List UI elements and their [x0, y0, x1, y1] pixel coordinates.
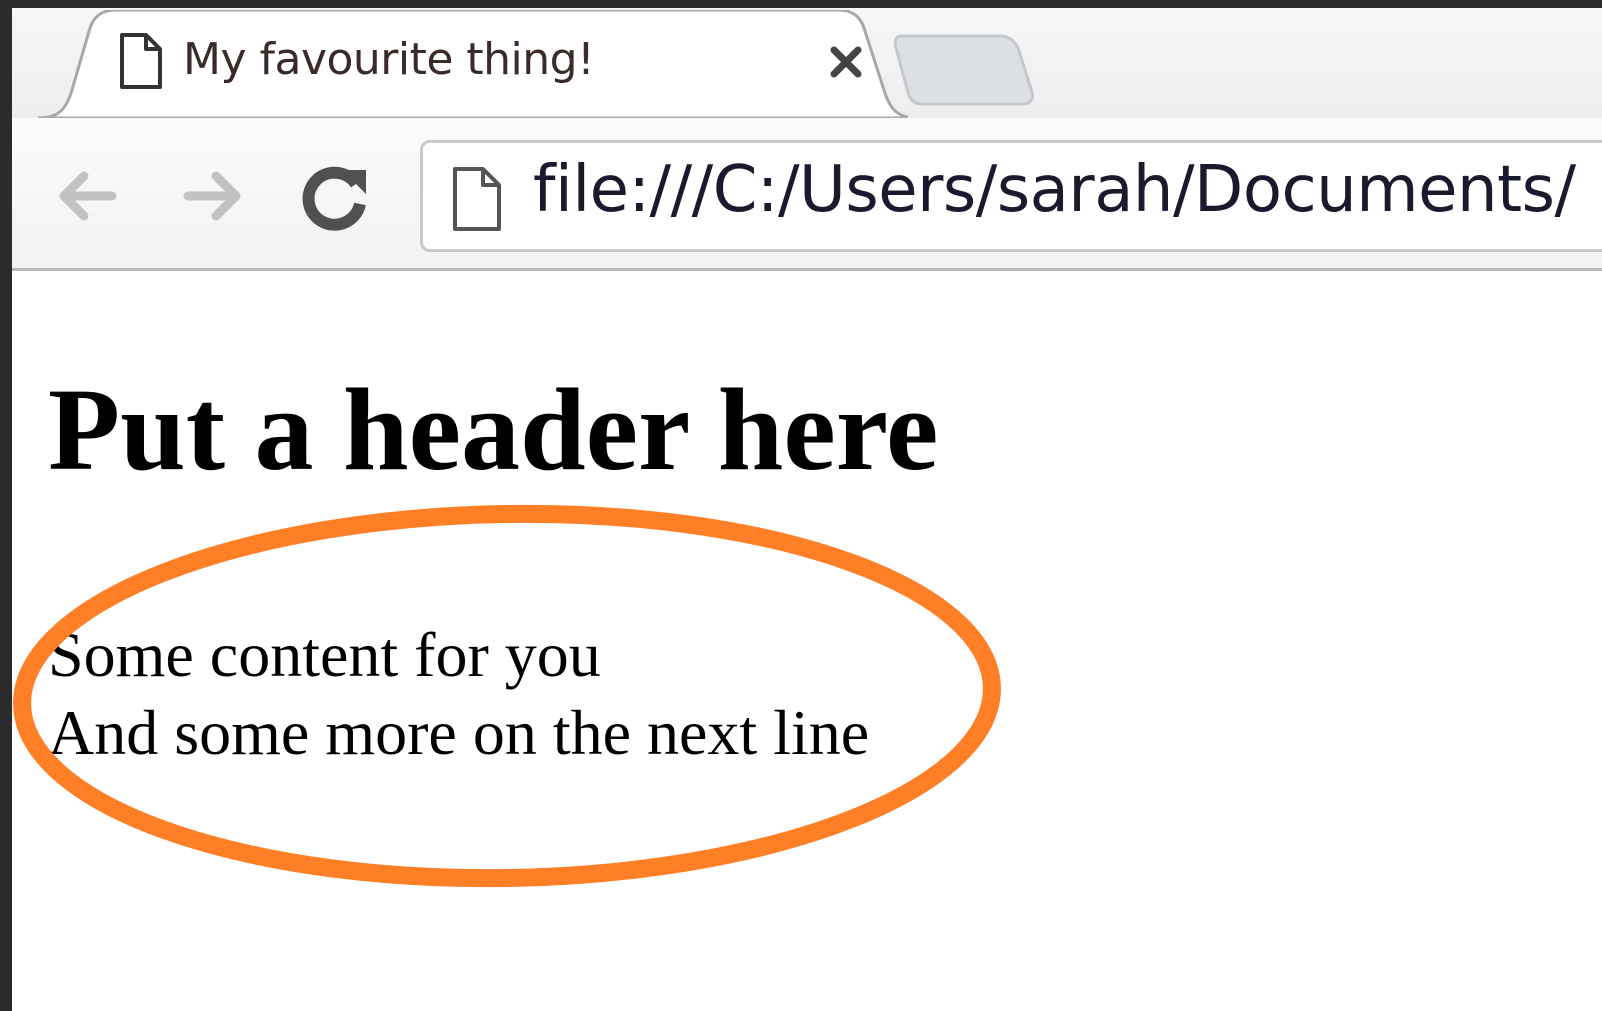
content-line: And some more on the next line	[48, 697, 870, 768]
tab-title: My favourite thing!	[183, 34, 595, 85]
new-tab-button[interactable]	[882, 28, 1042, 108]
reload-icon[interactable]	[296, 156, 376, 236]
content-block: Some content for you And some more on th…	[48, 616, 869, 772]
page-icon	[453, 167, 501, 231]
back-arrow-icon[interactable]	[48, 156, 128, 236]
toolbar: file:///C:/Users/sarah/Documents/	[12, 118, 1602, 271]
tab-active[interactable]: My favourite thing!	[38, 10, 908, 118]
close-icon[interactable]	[822, 38, 870, 86]
content-line: Some content for you	[48, 619, 601, 690]
page-heading: Put a header here	[48, 364, 939, 495]
browser-window: My favourite thing! file:///C:/Users/sar…	[12, 8, 1602, 1011]
page-content: Put a header here Some content for you A…	[12, 271, 1602, 1011]
screenshot-frame: My favourite thing! file:///C:/Users/sar…	[0, 0, 1602, 1011]
forward-arrow-icon[interactable]	[172, 156, 252, 236]
tab-strip: My favourite thing!	[12, 8, 1602, 118]
address-bar[interactable]: file:///C:/Users/sarah/Documents/	[420, 140, 1602, 252]
page-icon	[120, 33, 162, 89]
url-text[interactable]: file:///C:/Users/sarah/Documents/	[533, 153, 1576, 227]
